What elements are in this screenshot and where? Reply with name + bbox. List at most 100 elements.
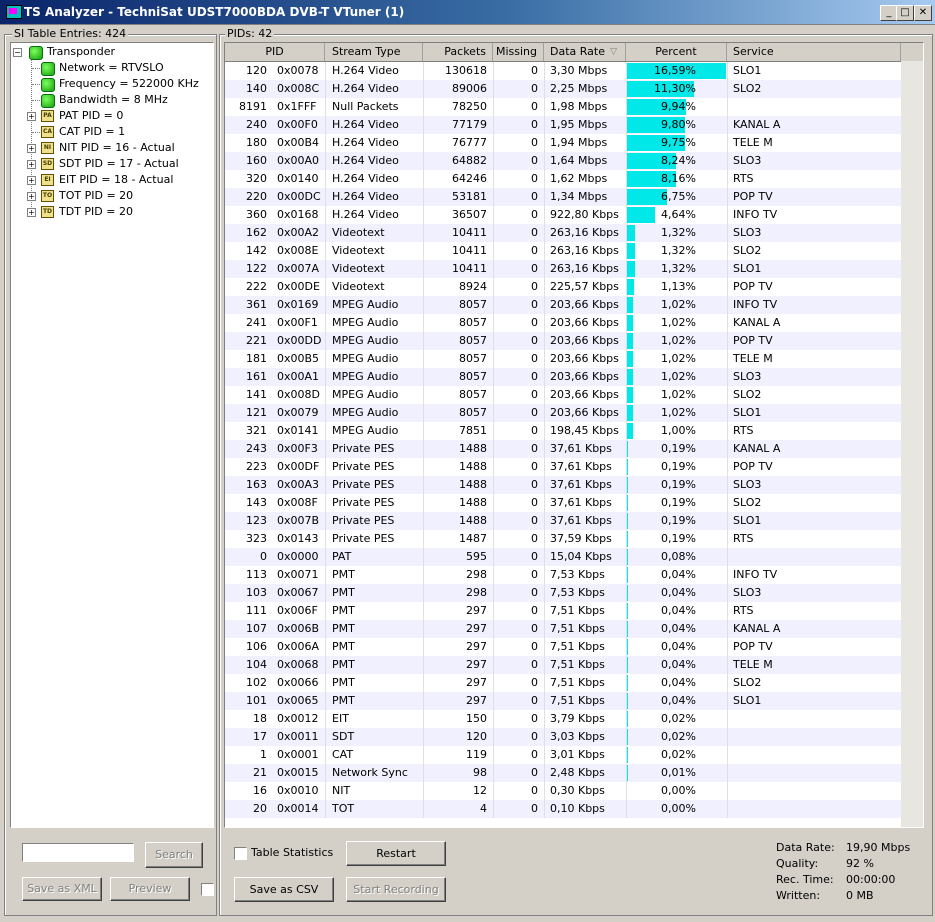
table-row[interactable]: 241 0x00F1 MPEG Audio 8057 0 203,66 Kbps 1,02%… [225,314,901,332]
table-row[interactable]: 360 0x0168 H.264 Video 36507 0 922,80 Kbps 4,6… [225,206,901,224]
table-row[interactable]: 163 0x00A3 Private PES 1488 0 37,61 Kbps 0,19%… [225,476,901,494]
cell-service: INFO TV [733,298,778,311]
table-row[interactable]: 21 0x0015 Network Sync 98 0 2,48 Kbps 0,01% [225,764,901,782]
table-row[interactable]: 140 0x008C H.264 Video 89006 0 2,25 Mbps 11,30… [225,80,901,98]
tree-connector [32,84,40,85]
tree-node[interactable]: − Transponder [11,44,211,60]
preview-button[interactable]: Preview [110,877,190,901]
table-row[interactable]: 111 0x006F PMT 297 0 7,51 Kbps 0,04% RTS [225,602,901,620]
col-header-stream-type[interactable]: Stream Type [325,43,423,61]
table-row[interactable]: 222 0x00DE Videotext 8924 0 225,57 Kbps 1,13% P… [225,278,901,296]
table-scrollbar-track[interactable] [901,61,923,827]
table-row[interactable]: 18 0x0012 EIT 150 0 3,79 Kbps 0,02% [225,710,901,728]
table-row[interactable]: 102 0x0066 PMT 297 0 7,51 Kbps 0,04% SLO2 [225,674,901,692]
tree-node[interactable]: + TD TDT PID = 20 [11,204,211,220]
table-row[interactable]: 1 0x0001 CAT 119 0 3,01 Kbps 0,02% [225,746,901,764]
si-checkbox[interactable] [201,883,214,896]
save-as-csv-button[interactable]: Save as CSV [234,877,334,902]
cell-pid: 122 [246,262,267,275]
search-input[interactable] [22,843,134,862]
table-statistics-checkbox[interactable] [234,847,247,860]
table-row[interactable]: 240 0x00F0 H.264 Video 77179 0 1,95 Mbps 9,80%… [225,116,901,134]
table-row[interactable]: 141 0x008D MPEG Audio 8057 0 203,66 Kbps 1,02%… [225,386,901,404]
maximize-button[interactable]: □ [896,5,914,21]
expand-icon[interactable]: + [27,192,36,201]
table-row[interactable]: 220 0x00DC H.264 Video 53181 0 1,34 Mbps 6,75%… [225,188,901,206]
table-row[interactable]: 162 0x00A2 Videotext 10411 0 263,16 Kbps 1,32%… [225,224,901,242]
close-button[interactable]: ✕ [914,5,932,21]
table-row[interactable]: 160 0x00A0 H.264 Video 64882 0 1,64 Mbps 8,24%… [225,152,901,170]
cell-percent: 0,02% [661,712,696,725]
table-row[interactable]: 223 0x00DF Private PES 1488 0 37,61 Kbps 0,19%… [225,458,901,476]
col-header-service[interactable]: Service [727,43,901,61]
table-row[interactable]: 323 0x0143 Private PES 1487 0 37,59 Kbps 0,19%… [225,530,901,548]
cell-pid: 103 [246,586,267,599]
expand-icon[interactable]: + [27,176,36,185]
col-header-missing[interactable]: Missing [493,43,544,61]
search-button[interactable]: Search [145,842,203,868]
start-recording-button[interactable]: Start Recording [346,877,446,902]
cell-stream-type: PMT [332,622,355,635]
table-row[interactable]: 243 0x00F3 Private PES 1488 0 37,61 Kbps 0,19%… [225,440,901,458]
table-row[interactable]: 113 0x0071 PMT 298 0 7,53 Kbps 0,04% INFO TV [225,566,901,584]
col-header-packets[interactable]: Packets [423,43,493,61]
cell-stream-type: Private PES [332,478,395,491]
table-row[interactable]: 8191 0x1FFF Null Packets 78250 0 1,98 Mbps 9,9… [225,98,901,116]
cell-data-rate: 0,10 Kbps [550,802,605,815]
tree-node[interactable]: Frequency = 522000 KHz [11,76,211,92]
cell-pid-hex: 0x00DE [277,280,320,293]
table-row[interactable]: 221 0x00DD MPEG Audio 8057 0 203,66 Kbps 1,02%… [225,332,901,350]
table-row[interactable]: 122 0x007A Videotext 10411 0 263,16 Kbps 1,32%… [225,260,901,278]
tree-node[interactable]: Bandwidth = 8 MHz [11,92,211,108]
pid-table: PID Stream Type Packets Missing Data Rat… [224,42,924,828]
table-row[interactable]: 104 0x0068 PMT 297 0 7,51 Kbps 0,04% TELE M [225,656,901,674]
table-row[interactable]: 143 0x008F Private PES 1488 0 37,61 Kbps 0,19%… [225,494,901,512]
tree-node[interactable]: + TO TOT PID = 20 [11,188,211,204]
col-header-pid[interactable]: PID [225,43,325,61]
tree-node[interactable]: CA CAT PID = 1 [11,124,211,140]
expand-icon[interactable]: + [27,160,36,169]
table-row[interactable]: 120 0x0078 H.264 Video 130618 0 3,30 Mbps 16,5… [225,62,901,80]
restart-button[interactable]: Restart [346,841,446,866]
tree-node[interactable]: + PA PAT PID = 0 [11,108,211,124]
table-row[interactable]: 103 0x0067 PMT 298 0 7,53 Kbps 0,04% SLO3 [225,584,901,602]
table-row[interactable]: 123 0x007B Private PES 1488 0 37,61 Kbps 0,19%… [225,512,901,530]
cell-percent: 1,02% [661,388,696,401]
cell-pid: 16 [253,784,267,797]
cell-packets: 1488 [459,442,487,455]
tree-node[interactable]: + SD SDT PID = 17 - Actual [11,156,211,172]
table-row[interactable]: 106 0x006A PMT 297 0 7,51 Kbps 0,04% POP TV [225,638,901,656]
cell-percent: 0,00% [661,802,696,815]
table-row[interactable]: 161 0x00A1 MPEG Audio 8057 0 203,66 Kbps 1,02%… [225,368,901,386]
si-tree-view[interactable]: − Transponder Network = RTVSLO Frequency = … [10,42,214,828]
table-row[interactable]: 320 0x0140 H.264 Video 64246 0 1,62 Mbps 8,16%… [225,170,901,188]
table-row[interactable]: 361 0x0169 MPEG Audio 8057 0 203,66 Kbps 1,02%… [225,296,901,314]
expand-icon[interactable]: + [27,208,36,217]
cell-stream-type: H.264 Video [332,118,399,131]
cell-packets: 64246 [452,172,487,185]
table-row[interactable]: 180 0x00B4 H.264 Video 76777 0 1,94 Mbps 9,75%… [225,134,901,152]
table-row[interactable]: 142 0x008E Videotext 10411 0 263,16 Kbps 1,32%… [225,242,901,260]
collapse-icon[interactable]: − [13,48,22,57]
table-row[interactable]: 107 0x006B PMT 297 0 7,51 Kbps 0,04% KANAL A [225,620,901,638]
table-row[interactable]: 16 0x0010 NIT 12 0 0,30 Kbps 0,00% [225,782,901,800]
expand-icon[interactable]: + [27,144,36,153]
cell-data-rate: 203,66 Kbps [550,352,619,365]
tree-node[interactable]: + NI NIT PID = 16 - Actual [11,140,211,156]
tree-node[interactable]: Network = RTVSLO [11,60,211,76]
cell-pid: 320 [246,172,267,185]
tree-node[interactable]: + EI EIT PID = 18 - Actual [11,172,211,188]
save-as-xml-button[interactable]: Save as XML [22,877,102,901]
window-title: TS Analyzer - TechniSat UDST7000BDA DVB-… [24,5,405,19]
col-header-percent[interactable]: Percent [626,43,727,61]
expand-icon[interactable]: + [27,112,36,121]
table-row[interactable]: 101 0x0065 PMT 297 0 7,51 Kbps 0,04% SLO1 [225,692,901,710]
table-row[interactable]: 0 0x0000 PAT 595 0 15,04 Kbps 0,08% [225,548,901,566]
col-header-data-rate[interactable]: Data Rate ▽ [544,43,626,61]
table-row[interactable]: 181 0x00B5 MPEG Audio 8057 0 203,66 Kbps 1,02%… [225,350,901,368]
table-row[interactable]: 17 0x0011 SDT 120 0 3,03 Kbps 0,02% [225,728,901,746]
table-row[interactable]: 321 0x0141 MPEG Audio 7851 0 198,45 Kbps 1,00%… [225,422,901,440]
table-row[interactable]: 121 0x0079 MPEG Audio 8057 0 203,66 Kbps 1,02%… [225,404,901,422]
cell-missing: 0 [531,370,538,383]
table-row[interactable]: 20 0x0014 TOT 4 0 0,10 Kbps 0,00% [225,800,901,818]
